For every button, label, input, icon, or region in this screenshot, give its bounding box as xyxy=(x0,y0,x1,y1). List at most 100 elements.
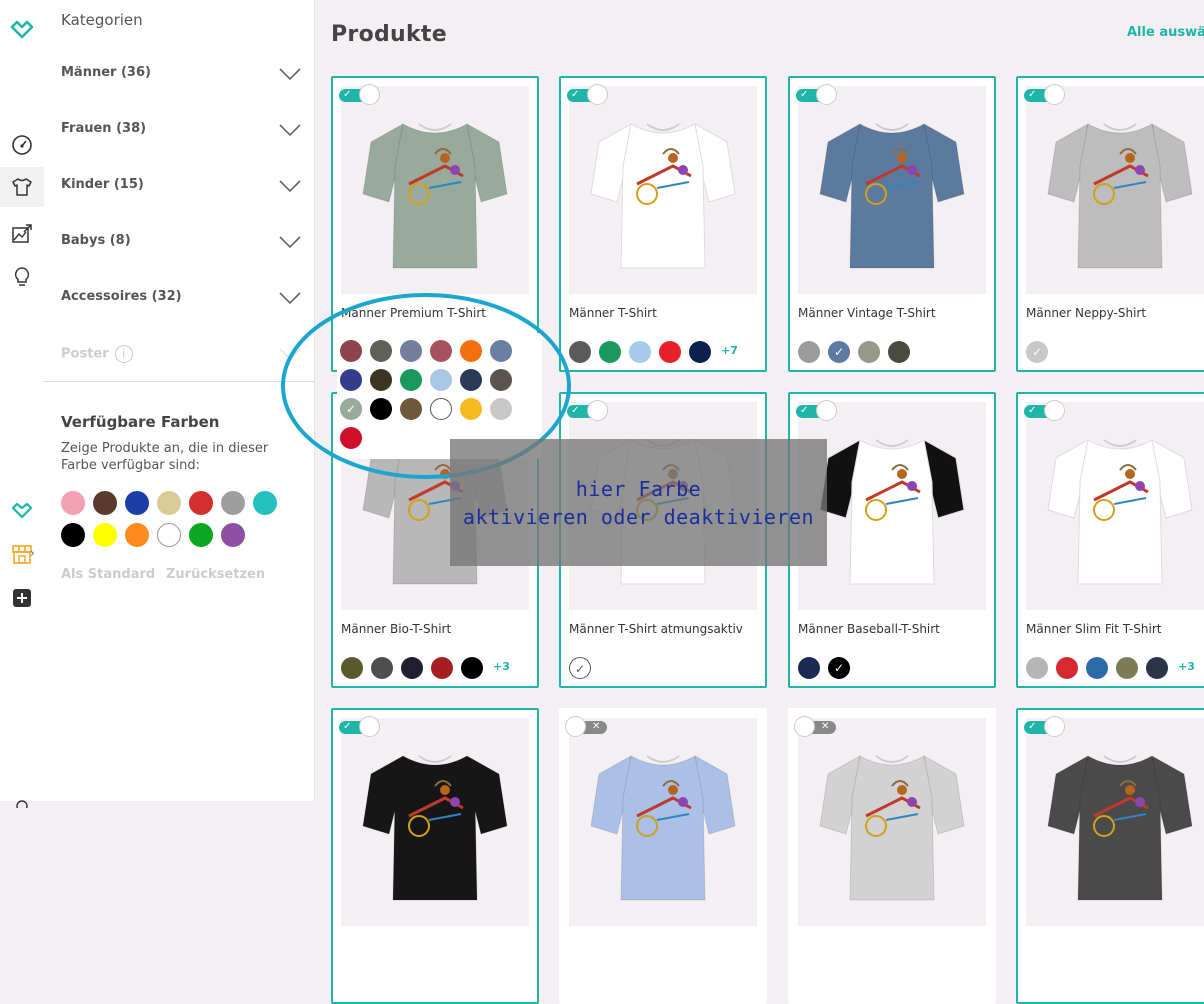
product-toggle[interactable]: ✓ xyxy=(796,84,840,106)
product-color-swatch[interactable]: ✓ xyxy=(340,398,362,420)
product-color-swatch[interactable] xyxy=(1146,657,1168,679)
category-maenner[interactable]: Männer (36) xyxy=(61,62,301,86)
product-color-swatch[interactable] xyxy=(1116,657,1138,679)
product-toggle[interactable]: ✕ xyxy=(794,716,840,738)
product-color-swatch[interactable] xyxy=(460,398,482,420)
filter-color-swatch[interactable] xyxy=(125,491,149,515)
product-color-swatch[interactable] xyxy=(401,657,423,679)
product-card[interactable]: ✓ Männer Premium T-Shirt xyxy=(331,76,539,372)
more-colors-count[interactable]: +3 xyxy=(493,660,510,673)
product-toggle[interactable]: ✓ xyxy=(339,716,383,738)
product-color-swatch[interactable] xyxy=(490,369,512,391)
filter-color-swatch[interactable] xyxy=(189,523,213,547)
filter-color-swatch[interactable] xyxy=(125,523,149,547)
product-toggle[interactable]: ✓ xyxy=(567,400,611,422)
logo-icon[interactable] xyxy=(0,10,44,50)
filter-color-swatch[interactable] xyxy=(93,523,117,547)
product-color-swatch[interactable] xyxy=(430,340,452,362)
filter-color-swatch[interactable] xyxy=(61,491,85,515)
chevron-right-icon[interactable]: › xyxy=(30,546,35,560)
category-babys[interactable]: Babys (8) xyxy=(61,230,301,254)
product-color-swatch[interactable] xyxy=(599,341,621,363)
product-color-swatch[interactable] xyxy=(689,341,711,363)
product-card[interactable]: ✓ Männer Vintage T-Shirt ✓ xyxy=(788,76,996,372)
product-color-swatch[interactable]: ✓ xyxy=(1026,341,1048,363)
product-color-swatch[interactable] xyxy=(430,398,452,420)
product-color-swatch[interactable] xyxy=(370,340,392,362)
product-card[interactable]: ✓ xyxy=(1016,708,1204,1004)
product-toggle[interactable]: ✓ xyxy=(339,84,383,106)
product-color-swatch[interactable] xyxy=(400,340,422,362)
filter-color-swatch[interactable] xyxy=(61,523,85,547)
filter-color-swatch[interactable] xyxy=(157,523,181,547)
product-color-swatch[interactable] xyxy=(798,341,820,363)
product-color-swatch[interactable] xyxy=(1026,657,1048,679)
product-toggle[interactable]: ✓ xyxy=(1024,400,1068,422)
categories-title: Kategorien xyxy=(61,11,143,29)
design-upload-icon[interactable] xyxy=(0,214,44,254)
shop-store-icon[interactable] xyxy=(0,534,44,574)
product-color-swatch[interactable]: ✓ xyxy=(569,657,591,679)
add-plus-icon[interactable] xyxy=(0,578,44,618)
product-color-swatch[interactable] xyxy=(858,341,880,363)
category-frauen[interactable]: Frauen (38) xyxy=(61,118,301,142)
product-color-swatch[interactable]: ✓ xyxy=(828,341,850,363)
product-color-swatch[interactable] xyxy=(1056,657,1078,679)
product-toggle[interactable]: ✓ xyxy=(567,84,611,106)
product-toggle[interactable]: ✓ xyxy=(796,400,840,422)
product-color-swatch[interactable] xyxy=(340,369,362,391)
brand-diamond-icon[interactable] xyxy=(0,490,44,530)
category-kinder[interactable]: Kinder (15) xyxy=(61,174,301,198)
product-color-swatch[interactable] xyxy=(431,657,453,679)
product-color-swatch[interactable] xyxy=(490,398,512,420)
product-color-swatch[interactable] xyxy=(430,369,452,391)
filter-color-swatch[interactable] xyxy=(221,523,245,547)
product-color-swatch[interactable] xyxy=(400,398,422,420)
product-card[interactable]: ✕ xyxy=(788,708,996,1004)
product-card[interactable]: ✓ xyxy=(331,708,539,1004)
select-all-link[interactable]: Alle auswäh xyxy=(1127,25,1204,40)
filter-color-swatch[interactable] xyxy=(189,491,213,515)
product-card[interactable]: ✓ Männer Slim Fit T-Shirt +3 xyxy=(1016,392,1204,688)
product-card[interactable]: ✓ Männer Neppy-Shirt ✓ xyxy=(1016,76,1204,372)
product-card[interactable]: ✕ xyxy=(559,708,767,1004)
product-color-swatch[interactable] xyxy=(370,369,392,391)
category-accessoires[interactable]: Accessoires (32) xyxy=(61,286,301,310)
check-icon: ✓ xyxy=(574,662,586,676)
info-icon[interactable]: i xyxy=(114,345,133,363)
product-color-swatch[interactable] xyxy=(371,657,393,679)
filter-color-swatch[interactable] xyxy=(253,491,277,515)
more-colors-count[interactable]: +3 xyxy=(1178,660,1195,673)
dashboard-gauge-icon[interactable] xyxy=(0,125,44,165)
more-colors-count[interactable]: +7 xyxy=(721,344,738,357)
product-toggle[interactable]: ✓ xyxy=(1024,716,1068,738)
product-color-swatch[interactable] xyxy=(888,341,910,363)
product-color-swatch[interactable] xyxy=(490,340,512,362)
reset-button[interactable]: Zurücksetzen xyxy=(166,567,265,582)
product-color-swatch[interactable] xyxy=(341,657,363,679)
set-default-button[interactable]: Als Standard xyxy=(61,567,155,582)
product-color-swatch[interactable]: ✓ xyxy=(828,657,850,679)
product-color-swatch[interactable] xyxy=(340,427,362,449)
ideas-lightbulb-icon[interactable] xyxy=(0,257,44,297)
product-color-swatch[interactable] xyxy=(400,369,422,391)
product-color-swatch[interactable] xyxy=(798,657,820,679)
product-card[interactable]: ✓ Männer T-Shirt +7 xyxy=(559,76,767,372)
product-toggle[interactable]: ✓ xyxy=(1024,84,1068,106)
filter-color-swatch[interactable] xyxy=(93,491,117,515)
filter-color-swatch[interactable] xyxy=(157,491,181,515)
product-color-swatch[interactable] xyxy=(460,369,482,391)
product-toggle[interactable]: ✕ xyxy=(565,716,611,738)
product-color-swatch[interactable] xyxy=(340,340,362,362)
product-color-swatch[interactable] xyxy=(461,657,483,679)
products-tshirt-icon[interactable] xyxy=(0,167,44,207)
product-color-swatch[interactable] xyxy=(659,341,681,363)
product-color-swatch[interactable] xyxy=(569,341,591,363)
product-color-swatch[interactable] xyxy=(629,341,651,363)
user-icon[interactable] xyxy=(0,780,44,820)
filter-color-swatch[interactable] xyxy=(221,491,245,515)
product-color-swatch[interactable] xyxy=(370,398,392,420)
product-color-swatch[interactable] xyxy=(1086,657,1108,679)
category-label: Poster xyxy=(61,346,109,362)
product-color-swatch[interactable] xyxy=(460,340,482,362)
